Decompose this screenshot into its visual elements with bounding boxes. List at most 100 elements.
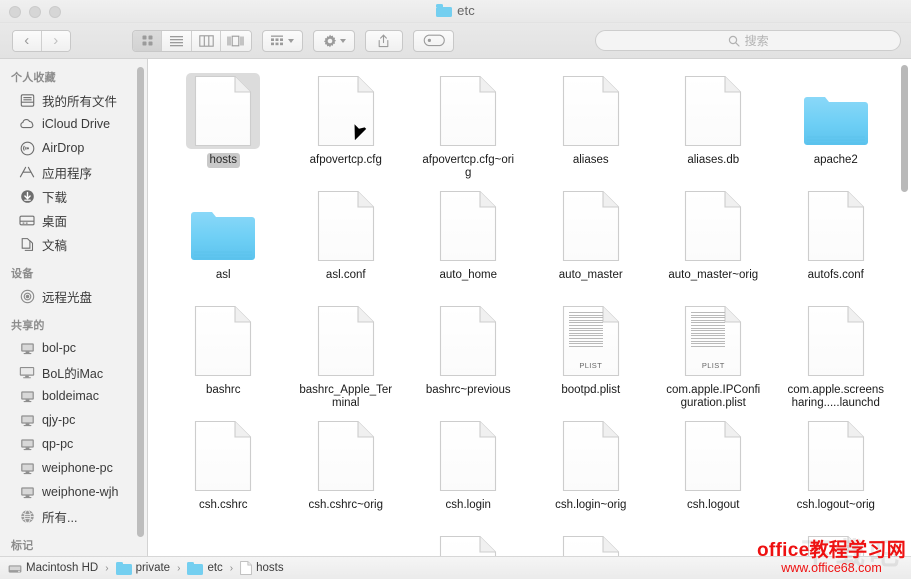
file-item[interactable]: [775, 527, 898, 556]
file-icon-box: [799, 188, 873, 264]
file-item[interactable]: apache2: [775, 67, 898, 182]
file-item[interactable]: csh.cshrc~orig: [285, 412, 408, 527]
column-view-button[interactable]: [192, 31, 221, 51]
file-item[interactable]: csh.cshrc: [162, 412, 285, 527]
file-item[interactable]: asl: [162, 182, 285, 297]
icon-view-button[interactable]: [133, 31, 162, 51]
tag-icon: [423, 34, 445, 47]
sidebar-item-weiphone-pc[interactable]: weiphone-pc: [0, 456, 147, 480]
file-name-label: csh.cshrc: [196, 498, 251, 513]
file-item[interactable]: com.apple.screensharing.....launchd: [775, 297, 898, 412]
file-name-label: csh.logout: [684, 498, 742, 513]
file-item[interactable]: PLISTcom.apple.IPConfiguration.plist: [652, 297, 775, 412]
file-item[interactable]: csh.logout~orig: [775, 412, 898, 527]
sidebar-item-airdrop[interactable]: AirDrop: [0, 136, 147, 160]
zoom-button[interactable]: [49, 6, 61, 18]
file-name-label: aliases: [570, 153, 612, 168]
sidebar-item-desktop[interactable]: 桌面: [0, 208, 147, 232]
back-button[interactable]: ‹: [13, 31, 42, 51]
search-input[interactable]: 搜索: [595, 30, 901, 51]
sidebar-item-remote-disc[interactable]: 远程光盘: [0, 284, 147, 308]
list-view-button[interactable]: [162, 31, 191, 51]
title-bar: etc: [0, 0, 911, 23]
share-button[interactable]: [365, 30, 403, 52]
file-item[interactable]: [652, 527, 775, 556]
tag-button[interactable]: [413, 30, 455, 52]
minimize-button[interactable]: [29, 6, 41, 18]
sidebar-item-all-network[interactable]: 所有...: [0, 504, 147, 528]
plist-preview-lines: [569, 312, 603, 350]
file-icon-box: [309, 188, 383, 264]
sidebar-item-weiphone-wjh[interactable]: weiphone-wjh: [0, 480, 147, 504]
chevron-down-icon: [340, 39, 346, 43]
sidebar-item-applications[interactable]: 应用程序: [0, 160, 147, 184]
file-icon: [807, 190, 865, 262]
breadcrumb-label: etc: [207, 562, 222, 574]
file-icon: [240, 561, 252, 575]
file-item[interactable]: afpovertcp.cfg: [285, 67, 408, 182]
file-item[interactable]: auto_home: [407, 182, 530, 297]
folder-icon: [803, 92, 869, 147]
file-icon-box: [309, 303, 383, 379]
breadcrumb-private[interactable]: private: [116, 562, 171, 575]
file-item[interactable]: auto_master~orig: [652, 182, 775, 297]
file-icon-box: [431, 418, 505, 494]
coverflow-view-button[interactable]: [221, 31, 250, 51]
file-grid-area[interactable]: hosts afpovertcp.cfg afpovertcp.cfg~orig al…: [148, 59, 911, 556]
coverflow-view-icon: [227, 35, 244, 47]
file-item[interactable]: [530, 527, 653, 556]
sidebar-item-label: 应用程序: [42, 163, 92, 182]
folder-icon: [116, 562, 132, 575]
file-item[interactable]: [285, 527, 408, 556]
file-item[interactable]: [407, 527, 530, 556]
file-item[interactable]: bashrc_Apple_Terminal: [285, 297, 408, 412]
window-title-group: etc: [0, 3, 911, 18]
breadcrumb-macintosh-hd[interactable]: Macintosh HD: [8, 562, 98, 574]
view-mode-buttons: [132, 30, 252, 52]
file-icon: [439, 75, 497, 147]
forward-button[interactable]: ›: [42, 31, 70, 51]
file-item[interactable]: afpovertcp.cfg~orig: [407, 67, 530, 182]
file-icon: [807, 305, 865, 377]
sidebar-item-documents[interactable]: 文稿: [0, 232, 147, 256]
file-item[interactable]: asl.conf: [285, 182, 408, 297]
close-button[interactable]: [9, 6, 21, 18]
sidebar-item-all-my-files[interactable]: 我的所有文件: [0, 88, 147, 112]
file-item[interactable]: csh.logout: [652, 412, 775, 527]
sidebar-item-bol-imac[interactable]: BoL的iMac: [0, 360, 147, 384]
file-item[interactable]: PLISTbootpd.plist: [530, 297, 653, 412]
content-scrollbar[interactable]: [901, 65, 908, 192]
desktop-icon: [19, 212, 35, 228]
breadcrumb-hosts[interactable]: hosts: [240, 561, 284, 575]
file-item-selected[interactable]: hosts: [162, 67, 285, 182]
shared-computer-icon: [19, 460, 35, 476]
action-gear-button[interactable]: [313, 30, 355, 52]
file-icon-box: [431, 533, 505, 556]
file-item[interactable]: aliases.db: [652, 67, 775, 182]
arrange-button[interactable]: [262, 30, 304, 52]
file-item[interactable]: csh.login: [407, 412, 530, 527]
file-item[interactable]: aliases: [530, 67, 653, 182]
file-name-label: bashrc_Apple_Terminal: [294, 383, 398, 411]
breadcrumb-etc[interactable]: etc: [187, 562, 222, 575]
breadcrumb-separator: ›: [230, 563, 233, 574]
breadcrumb-separator: ›: [177, 563, 180, 574]
file-item[interactable]: bashrc: [162, 297, 285, 412]
file-item[interactable]: auto_master: [530, 182, 653, 297]
file-item[interactable]: [162, 527, 285, 556]
file-name-label: afpovertcp.cfg: [307, 153, 385, 168]
file-icon-box: [799, 303, 873, 379]
sidebar-scrollbar[interactable]: [137, 67, 144, 537]
file-name-label: csh.cshrc~orig: [306, 498, 386, 513]
file-icon-box: [676, 418, 750, 494]
sidebar-item-downloads[interactable]: 下载: [0, 184, 147, 208]
file-item[interactable]: autofs.conf: [775, 182, 898, 297]
file-item[interactable]: csh.login~orig: [530, 412, 653, 527]
file-item[interactable]: bashrc~previous: [407, 297, 530, 412]
sidebar-item-icloud-drive[interactable]: iCloud Drive: [0, 112, 147, 136]
sidebar-item-qp-pc[interactable]: qp-pc: [0, 432, 147, 456]
file-icon: [439, 305, 497, 377]
sidebar-item-bol-pc[interactable]: bol-pc: [0, 336, 147, 360]
sidebar-item-boldeimac[interactable]: boldeimac: [0, 384, 147, 408]
sidebar-item-qjy-pc[interactable]: qjy-pc: [0, 408, 147, 432]
